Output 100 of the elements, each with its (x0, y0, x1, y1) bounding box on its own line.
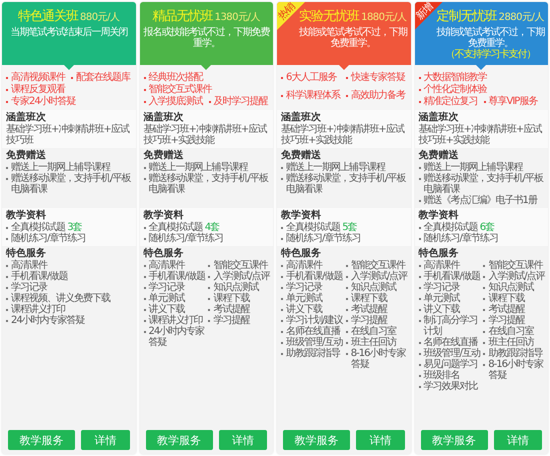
feature-text: 入学摸底测试 (144, 96, 204, 108)
gift-item: 赠送移动课堂，支持手机/平板电脑看课 (281, 173, 408, 195)
feature-text: 高清视频课件 (6, 72, 67, 84)
gift-item: 赠送《考点汇编》电子书1册 (418, 195, 546, 206)
section-heading: 教学资料 (418, 210, 460, 222)
material-item: 全真模拟试题 4套 (144, 222, 271, 233)
feature-text: 6大人工服务 (281, 72, 342, 90)
details-button[interactable]: 详情 (494, 430, 542, 450)
section-heading: 涵盖班次 (281, 112, 322, 124)
service-item: 入学测试/点评 (483, 271, 546, 282)
plan-note: 当期笔试考试结束后一周关闭 (9, 27, 128, 38)
service-item: 学习记录 (144, 282, 206, 293)
service-item: 学习计划/建议 (281, 315, 344, 326)
details-button[interactable]: 详情 (81, 430, 130, 450)
service-item: 智能交互课件 (483, 260, 546, 271)
gift-item: 赠送上一期网上辅导课程 (144, 162, 271, 173)
feature-text: 经典班次搭配 (144, 72, 204, 84)
service-item: 智能交互课件 (346, 260, 408, 271)
gift-item: 赠送移动课堂，支持手机/平板电脑看课 (6, 173, 134, 195)
section-heading: 免费赠送 (144, 150, 184, 162)
plan-price: 1880元/人 (361, 11, 406, 24)
service-item: 考试提醒 (208, 304, 271, 315)
service-item: 在线自习室 (346, 326, 408, 337)
section-heading: 涵盖班次 (144, 112, 184, 124)
service-item: 讲义下载 (418, 304, 482, 315)
service-item: 学习效果对比 (418, 381, 482, 392)
service-item: 名师在线直播 (281, 326, 344, 337)
teaching-service-button[interactable]: 教学服务 (420, 430, 488, 450)
plan-title: 特色通关班 (18, 9, 78, 25)
service-item: 知识点测试 (208, 282, 271, 293)
details-button[interactable]: 详情 (218, 430, 267, 450)
material-item: 随机练习/章节练习 (6, 233, 134, 244)
section-heading: 教学资料 (281, 210, 322, 222)
service-item: 助教跟踪指导 (483, 348, 546, 359)
section-heading: 涵盖班次 (418, 112, 460, 124)
service-item: 课程下载 (483, 293, 546, 304)
section-heading: 教学资料 (144, 210, 184, 222)
feature-text: 专家24小时答疑 (6, 96, 76, 108)
plan-price: 880元/人 (80, 11, 120, 24)
feature-text: 科学课程体系 (281, 90, 342, 108)
coverage-text: 基础学习班+冲刺精讲班+应试技巧班+实践技能 (418, 124, 543, 146)
section-heading: 涵盖班次 (6, 112, 47, 124)
gift-item: 赠送移动课堂，支持手机/平板电脑看课 (144, 173, 271, 195)
coverage-text: 基础学习班+冲刺精讲班+应试技巧班+实践技能 (281, 124, 406, 146)
service-item: 手机看课/做题 (144, 271, 206, 282)
plan-price: 1380元/人 (214, 11, 260, 24)
gift-item: 赠送上一期网上辅导课程 (281, 162, 408, 173)
service-item: 考试提醒 (346, 304, 408, 315)
service-item: 讲义下载 (281, 304, 344, 315)
feature-text: 精准定位复习 (418, 96, 480, 108)
service-item: 名师在线直播 (418, 337, 482, 348)
service-item: 课程讲义打印 (6, 304, 134, 315)
service-item: 学习提醒 (483, 315, 546, 326)
service-item: 入学测试/点评 (346, 271, 408, 282)
service-item: 课程下载 (346, 293, 408, 304)
section-heading: 免费赠送 (418, 150, 460, 162)
details-button[interactable]: 详情 (356, 430, 404, 450)
section-heading: 特色服务 (281, 248, 322, 260)
plan-title: 精品无忧班 (152, 9, 213, 25)
service-item: 手机看课/做题 (418, 271, 482, 282)
service-item: 单元测试 (281, 293, 344, 304)
gift-item: 赠送上一期网上辅导课程 (6, 162, 134, 173)
teaching-service-button[interactable]: 教学服务 (146, 430, 213, 450)
coverage-text: 基础学习班+冲刺精讲班+应试技巧班 (6, 124, 130, 146)
feature-text: 高效助力备考 (346, 90, 407, 108)
service-item: 学习记录 (281, 282, 344, 293)
service-item: 讲义下载 (144, 304, 206, 315)
service-item: 知识点测试 (346, 282, 408, 293)
plan-note: （不支持学习卡支付） (444, 49, 536, 60)
service-item: 单元测试 (418, 293, 482, 304)
plan-note: 报名或技能考试不过，下期免费重学。 (142, 27, 271, 49)
service-item: 8-16小时专家答疑 (346, 348, 408, 370)
material-item: 全真模拟试题 3套 (6, 222, 134, 233)
service-item: 考试提醒 (483, 304, 546, 315)
feature-text: 大数据智能教学 (418, 72, 486, 84)
teaching-service-button[interactable]: 教学服务 (8, 430, 76, 450)
section-heading: 免费赠送 (281, 150, 322, 162)
service-item: 班主任回访 (483, 337, 546, 348)
section-heading: 特色服务 (6, 248, 47, 260)
service-item: 高清课件 (281, 260, 344, 271)
section-heading: 教学资料 (6, 210, 47, 222)
service-item: 班级管理/互动 (281, 337, 344, 348)
service-item: 班级管理/互动 (418, 348, 482, 359)
service-item: 手机看课/做题 (281, 271, 344, 282)
feature-text: 快速专家答疑 (346, 72, 407, 90)
feature-text: 配套在线题库 (71, 72, 132, 84)
feature-text: 及时学习提醒 (208, 96, 270, 108)
service-item: 班级排名 (418, 370, 482, 381)
gift-item: 赠送上一期网上辅导课程 (418, 162, 546, 173)
section-heading: 特色服务 (144, 248, 184, 260)
coverage-text: 基础学习班+冲刺精讲班+应试技巧班+实践技能 (144, 124, 268, 146)
service-item: 课程讲义打印 (144, 315, 206, 326)
material-item: 随机练习/章节练习 (281, 233, 408, 244)
section-heading: 特色服务 (418, 248, 460, 260)
service-item: 高清课件 (6, 260, 134, 271)
teaching-service-button[interactable]: 教学服务 (283, 430, 350, 450)
service-item: 入学测试/点评 (208, 271, 271, 282)
section-heading: 免费赠送 (6, 150, 47, 162)
service-item: 学习提醒 (346, 315, 408, 326)
service-item: 8-16小时专家答疑 (483, 359, 546, 381)
